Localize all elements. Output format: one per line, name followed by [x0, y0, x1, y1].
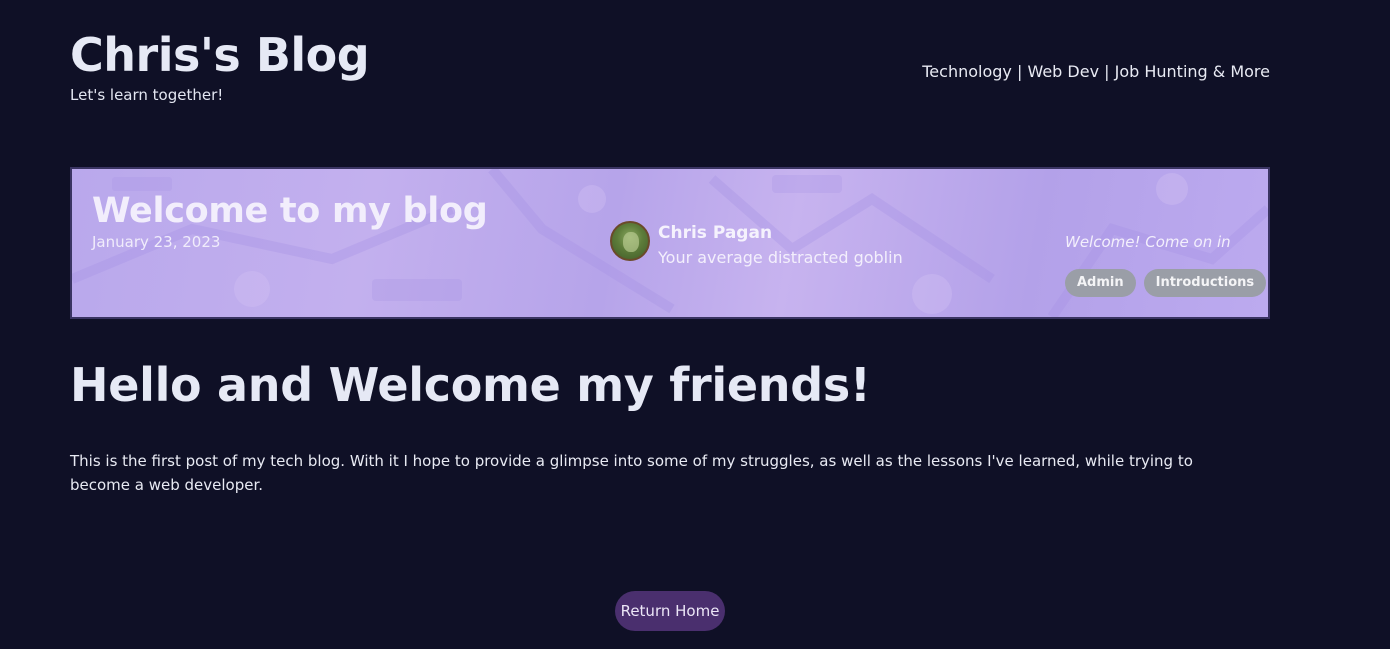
- tag-list: Admin Introductions: [1065, 269, 1267, 297]
- site-nav: Technology | Web Dev | Job Hunting & Mor…: [922, 62, 1270, 81]
- author-block: Chris Pagan Your average distracted gobl…: [610, 221, 903, 267]
- tag-introductions[interactable]: Introductions: [1143, 269, 1267, 297]
- tag-admin[interactable]: Admin: [1065, 269, 1136, 297]
- post-heading: Hello and Welcome my friends!: [70, 358, 871, 412]
- hero-title[interactable]: Welcome to my blog: [92, 191, 488, 231]
- nav-link-job-hunting[interactable]: Job Hunting & More: [1115, 62, 1270, 81]
- nav-separator: |: [1099, 62, 1115, 81]
- post-body: This is the first post of my tech blog. …: [70, 452, 1193, 494]
- site-tagline: Let's learn together!: [70, 86, 224, 104]
- nav-link-web-dev[interactable]: Web Dev: [1027, 62, 1099, 81]
- post-hero-banner: Welcome to my blog January 23, 2023 Chri…: [70, 167, 1270, 319]
- author-bio: Your average distracted goblin: [658, 248, 903, 267]
- post-date: January 23, 2023: [92, 233, 221, 251]
- post-excerpt: Welcome! Come on in: [1065, 233, 1231, 251]
- nav-link-technology[interactable]: Technology: [922, 62, 1012, 81]
- author-info: Chris Pagan Your average distracted gobl…: [658, 221, 903, 267]
- author-name[interactable]: Chris Pagan: [658, 223, 903, 243]
- nav-separator: |: [1011, 62, 1028, 81]
- hero-side-info: Welcome! Come on in Admin Introductions: [1065, 233, 1267, 297]
- return-home-button[interactable]: Return Home: [615, 591, 725, 631]
- site-header: Chris's Blog Let's learn together! Techn…: [70, 28, 1270, 104]
- author-avatar: [610, 221, 650, 261]
